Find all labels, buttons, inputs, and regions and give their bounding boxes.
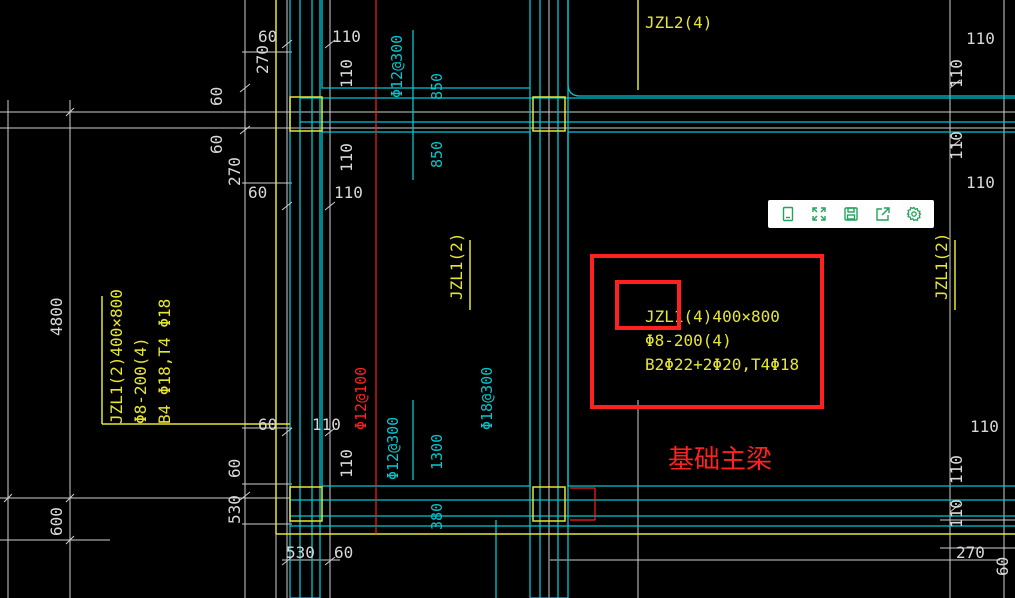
dim-110r1: 110 <box>966 29 995 48</box>
dim-60a: 60 <box>258 27 277 46</box>
label-callout-1: JZL1(4)400×800 <box>645 307 780 326</box>
label-jzl2: JZL2(4) <box>645 13 712 32</box>
dim-60f: 60 <box>225 459 244 478</box>
share-icon <box>875 207 890 221</box>
dim-60e: 60 <box>258 415 277 434</box>
dim-60r: 60 <box>993 557 1012 576</box>
dim-110d: 110 <box>334 183 363 202</box>
dim-60d: 60 <box>248 183 267 202</box>
save-button[interactable] <box>839 202 863 226</box>
settings-button[interactable] <box>902 202 926 226</box>
label-rebar-top: Φ12@300 <box>388 35 406 98</box>
drawing-canvas[interactable]: JZL2(4) JZL1(2) JZL1(2) JZL1(2)400×800 Φ… <box>0 0 1015 598</box>
label-jzl1-mid: JZL1(2) <box>447 233 466 300</box>
dim-110f: 110 <box>337 449 356 478</box>
dim-530a: 530 <box>225 495 244 524</box>
label-callout-3: B2Φ22+2Φ20,T4Φ18 <box>645 355 799 374</box>
dim-110r2: 110 <box>947 59 966 88</box>
dim-110r6: 110 <box>947 455 966 484</box>
dim-4800: 4800 <box>47 297 66 336</box>
dim-1300: 1300 <box>428 434 446 470</box>
label-rebar-18: Φ18@300 <box>478 367 496 430</box>
share-button[interactable] <box>871 202 895 226</box>
dim-600: 600 <box>47 507 66 536</box>
dim-110a: 110 <box>332 27 361 46</box>
dim-110b: 110 <box>337 59 356 88</box>
dim-110r7: 110 <box>947 499 966 528</box>
page-button[interactable] <box>776 202 800 226</box>
dim-60b: 60 <box>207 87 226 106</box>
fullscreen-icon <box>812 207 827 221</box>
dim-270a: 270 <box>253 45 272 74</box>
label-left-beam-2: Φ8-200(4) <box>131 337 150 424</box>
red-rebar-label: Φ12@100 <box>352 367 370 430</box>
label-rebar-red: Φ12@100 <box>352 367 370 430</box>
dim-60c: 60 <box>207 135 226 154</box>
settings-icon <box>906 206 922 222</box>
dim-110r3: 110 <box>947 131 966 160</box>
dim-850a: 850 <box>428 73 446 100</box>
dim-380: 380 <box>428 503 446 530</box>
fullscreen-button[interactable] <box>807 202 831 226</box>
dim-110c: 110 <box>337 143 356 172</box>
dim-60g: 60 <box>334 543 353 562</box>
dim-850b: 850 <box>428 141 446 168</box>
label-left-beam-3: B4 Φ18,T4 Φ18 <box>155 299 174 424</box>
floating-toolbar <box>768 200 934 228</box>
dim-110e: 110 <box>312 415 341 434</box>
dim-270b: 270 <box>225 157 244 186</box>
dim-110r5: 110 <box>970 417 999 436</box>
label-jzl1-right: JZL1(2) <box>932 233 951 300</box>
label-left-beam-1: JZL1(2)400×800 <box>107 289 126 424</box>
save-icon <box>844 207 858 221</box>
dim-530b: 530 <box>286 543 315 562</box>
label-rebar-mid: Φ12@300 <box>384 417 402 480</box>
dim-110r4: 110 <box>966 173 995 192</box>
annotation-text: 基础主梁 <box>668 445 772 475</box>
page-icon <box>782 206 793 222</box>
label-callout-2: Φ8-200(4) <box>645 331 732 350</box>
dim-270r: 270 <box>956 543 985 562</box>
